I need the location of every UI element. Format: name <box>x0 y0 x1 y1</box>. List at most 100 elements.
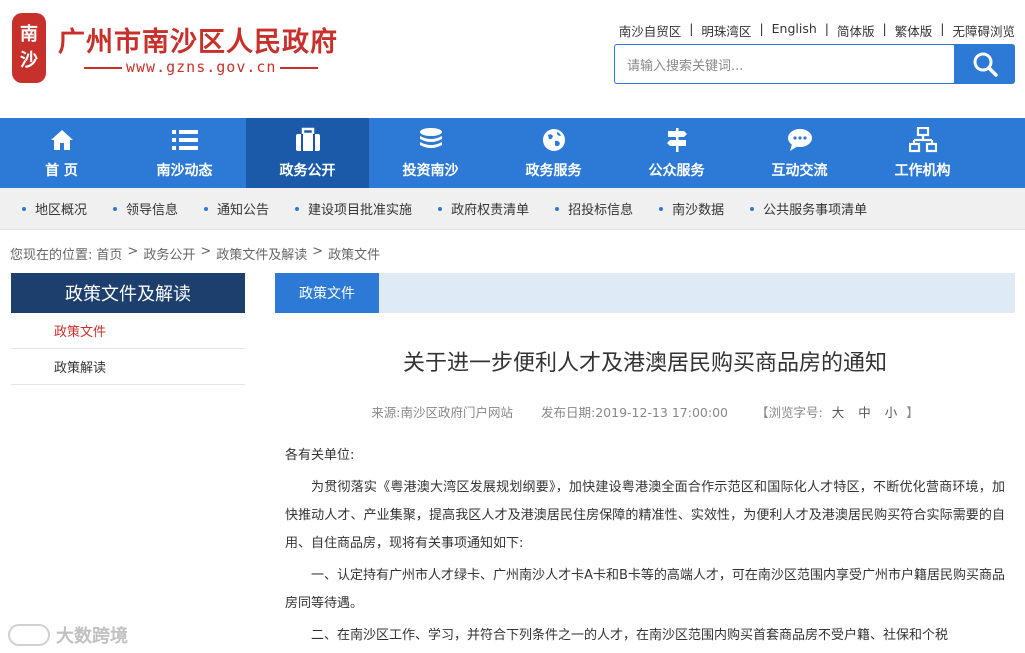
breadcrumb-item-policy-docs[interactable]: 政策文件 <box>328 244 380 263</box>
breadcrumb: 您现在的位置: 首页 > 政务公开 > 政策文件及解读 > 政策文件 <box>10 244 380 263</box>
seal-char-1: 南 <box>20 24 38 45</box>
bullet-icon <box>659 206 664 211</box>
nav-item-interaction[interactable]: 互动交流 <box>738 118 861 188</box>
top-link-traditional[interactable]: 繁体版 <box>895 21 933 40</box>
article-paragraph: 为贯彻落实《粤港澳大湾区发展规划纲要》，加快建设粤港澳全面合作示范区和国际化人才… <box>285 480 1005 551</box>
top-link-accessibility[interactable]: 无障碍浏览 <box>952 21 1015 40</box>
sub-nav: 地区概况 领导信息 通知公告 建设项目批准实施 政府权责清单 招投标信息 南沙数… <box>0 188 1025 230</box>
bullet-icon <box>22 206 26 211</box>
content-tab-bar: 政策文件 <box>275 273 1015 313</box>
nav-item-label: 首 页 <box>45 163 78 179</box>
sidebar: 政策文件及解读 政策文件 政策解读 <box>11 273 245 385</box>
top-links: 南沙自贸区 | 明珠湾区 | English | 简体版 | 繁体版 | 无障碍… <box>619 21 1015 40</box>
globe-icon <box>540 126 568 154</box>
sub-nav-label: 公共服务事项清单 <box>763 203 868 218</box>
sub-nav-label: 领导信息 <box>126 203 179 218</box>
sub-nav-item-data[interactable]: 南沙数据 <box>659 199 724 218</box>
watermark: 大数跨境 <box>8 622 128 648</box>
main-nav: 首 页 南沙动态 政务公开 投资南沙 政务服务 公众服务 互动交流 工作机构 <box>0 118 1025 188</box>
sub-nav-label: 通知公告 <box>217 203 270 218</box>
font-size-label: 【浏览字号: <box>755 405 823 420</box>
breadcrumb-separator: > <box>200 244 212 259</box>
article-title: 关于进一步便利人才及港澳居民购买商品房的通知 <box>402 351 887 376</box>
sub-nav-label: 招投标信息 <box>568 203 634 218</box>
coins-icon <box>417 126 445 154</box>
site-url: www.gzns.gov.cn <box>80 58 322 76</box>
article-date: 发布日期:2019-12-13 17:00:00 <box>541 405 728 420</box>
nav-item-gov-services[interactable]: 政务服务 <box>492 118 615 188</box>
org-chart-icon <box>908 126 937 154</box>
sub-nav-item-region[interactable]: 地区概况 <box>22 199 87 218</box>
tab-policy-docs[interactable]: 政策文件 <box>275 273 379 313</box>
article-body: 各有关单位: 为贯彻落实《粤港澳大湾区发展规划纲要》，加快建设粤港澳全面合作示范… <box>285 442 1005 653</box>
briefcase-icon <box>294 126 322 154</box>
breadcrumb-prefix: 您现在的位置: <box>10 248 93 263</box>
site-header: 南 沙 广州市南沙区人民政府 www.gzns.gov.cn 南沙自贸区 | 明… <box>0 0 1025 118</box>
sub-nav-label: 南沙数据 <box>672 203 725 218</box>
logo-seal[interactable]: 南 沙 <box>12 13 46 83</box>
top-link-pearl-bay[interactable]: 明珠湾区 <box>701 21 751 40</box>
nav-item-invest[interactable]: 投资南沙 <box>369 118 492 188</box>
top-link-separator: | <box>824 21 830 36</box>
article-source: 来源:南沙区政府门户网站 <box>371 405 513 420</box>
article-paragraph: 一、认定持有广州市人才绿卡、广州南沙人才卡A卡和B卡等的高端人才，可在南沙区范围… <box>285 568 1005 611</box>
breadcrumb-separator: > <box>312 244 324 259</box>
top-link-simplified[interactable]: 简体版 <box>837 21 875 40</box>
breadcrumb-item-policy[interactable]: 政策文件及解读 <box>216 244 307 263</box>
nav-item-label: 投资南沙 <box>402 163 459 179</box>
bullet-icon <box>555 206 560 211</box>
top-link-separator: | <box>759 21 764 36</box>
home-icon <box>48 126 76 154</box>
sub-nav-item-public-service-list[interactable]: 公共服务事项清单 <box>750 199 867 218</box>
top-link-separator: | <box>882 21 887 36</box>
font-size-close: 】 <box>906 405 919 420</box>
article-paragraph: 二、在南沙区工作、学习，并符合下列条件之一的人才，在南沙区范围内购买首套商品房不… <box>311 628 949 643</box>
search-button[interactable] <box>954 44 1015 84</box>
bullet-icon <box>113 206 118 211</box>
bullet-icon <box>438 206 443 211</box>
top-link-english[interactable]: English <box>772 21 817 40</box>
chat-icon <box>786 126 814 154</box>
font-size-small-button[interactable]: 小 <box>885 405 898 420</box>
nav-item-label: 政务服务 <box>525 163 582 179</box>
watermark-text: 大数跨境 <box>56 626 128 647</box>
sidebar-item-policy-docs[interactable]: 政策文件 <box>11 313 245 349</box>
sub-nav-item-powers-list[interactable]: 政府权责清单 <box>438 199 529 218</box>
site-title[interactable]: 广州市南沙区人民政府 <box>58 20 338 59</box>
nav-item-label: 工作机构 <box>894 163 951 179</box>
sub-nav-label: 建设项目批准实施 <box>308 203 413 218</box>
nav-item-organizations[interactable]: 工作机构 <box>861 118 984 188</box>
search-input[interactable]: 请输入搜索关键词... <box>614 44 954 84</box>
top-link-ftz[interactable]: 南沙自贸区 <box>619 21 682 40</box>
breadcrumb-item-home[interactable]: 首页 <box>96 244 122 263</box>
sub-nav-label: 政府权责清单 <box>451 203 530 218</box>
list-icon <box>171 126 199 154</box>
seal-char-2: 沙 <box>20 50 38 71</box>
breadcrumb-separator: > <box>127 244 139 259</box>
article-salutation: 各有关单位: <box>285 448 355 463</box>
nav-item-public-services[interactable]: 公众服务 <box>615 118 738 188</box>
breadcrumb-item-gov-affairs[interactable]: 政务公开 <box>143 244 195 263</box>
top-link-separator: | <box>940 21 945 36</box>
nav-item-label: 公众服务 <box>648 163 705 179</box>
sub-nav-item-tenders[interactable]: 招投标信息 <box>555 199 633 218</box>
bullet-icon <box>204 206 209 211</box>
bullet-icon <box>750 206 755 211</box>
article-meta: 来源:南沙区政府门户网站 发布日期:2019-12-13 17:00:00 【浏… <box>275 402 1015 421</box>
sub-nav-item-projects[interactable]: 建设项目批准实施 <box>295 199 412 218</box>
nav-item-news[interactable]: 南沙动态 <box>123 118 246 188</box>
bullet-icon <box>295 206 300 211</box>
nav-item-gov-affairs[interactable]: 政务公开 <box>246 118 369 188</box>
font-size-medium-button[interactable]: 中 <box>858 405 871 420</box>
nav-item-home[interactable]: 首 页 <box>0 118 123 188</box>
watermark-logo-icon <box>8 624 50 646</box>
font-size-controls: 【浏览字号: 大 中 小 】 <box>756 402 919 421</box>
font-size-large-button[interactable]: 大 <box>832 405 845 420</box>
sub-nav-item-leaders[interactable]: 领导信息 <box>113 199 178 218</box>
nav-item-label: 政务公开 <box>279 163 336 179</box>
sub-nav-label: 地区概况 <box>35 203 88 218</box>
nav-item-label: 互动交流 <box>771 163 828 179</box>
sidebar-item-policy-interpretation[interactable]: 政策解读 <box>11 349 245 385</box>
nav-item-label: 南沙动态 <box>156 163 213 179</box>
sub-nav-item-notices[interactable]: 通知公告 <box>204 199 269 218</box>
